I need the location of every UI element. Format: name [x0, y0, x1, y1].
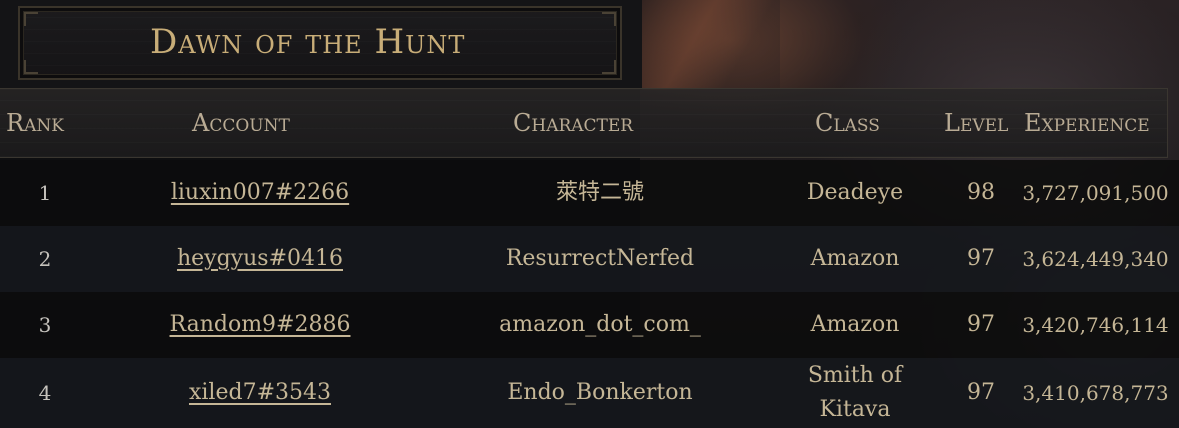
table-row: 4 xiled7#3543 Endo_Bonkerton Smith of Ki…: [0, 358, 1179, 428]
column-header-class[interactable]: Class: [815, 109, 880, 137]
experience-cell: 3,410,678,773: [1022, 381, 1169, 405]
account-link[interactable]: heygyus#0416: [177, 242, 343, 276]
character-cell: amazon_dot_com_: [499, 312, 701, 337]
table-row: 2 heygyus#0416 ResurrectNerfed Amazon 97…: [0, 226, 1179, 292]
class-cell: Amazon: [810, 246, 900, 271]
level-cell: 97: [967, 312, 995, 337]
table-row: 3 Random9#2886 amazon_dot_com_ Amazon 97…: [0, 292, 1179, 358]
account-cell: heygyus#0416: [130, 226, 390, 292]
experience-cell: 3,624,449,340: [1022, 247, 1169, 271]
ornament-corner-icon: [24, 60, 38, 74]
ornament-corner-icon: [602, 12, 616, 26]
rank-cell: 2: [38, 247, 52, 271]
account-link[interactable]: xiled7#3543: [189, 376, 331, 410]
account-cell: liuxin007#2266: [130, 160, 390, 226]
column-header-level[interactable]: Level: [944, 109, 1008, 137]
level-cell: 97: [967, 380, 995, 405]
table-header: Rank Account Character Class Level Exper…: [0, 88, 1168, 158]
rank-cell: 3: [38, 313, 52, 337]
column-header-character[interactable]: Character: [513, 109, 633, 137]
column-header-account[interactable]: Account: [192, 109, 290, 137]
experience-cell: 3,420,746,114: [1022, 313, 1169, 337]
character-cell: Endo_Bonkerton: [507, 380, 693, 405]
rank-cell: 1: [38, 181, 52, 205]
rank-cell: 4: [38, 381, 52, 405]
column-header-rank[interactable]: Rank: [6, 109, 64, 137]
ornament-corner-icon: [602, 60, 616, 74]
title-banner: Dawn of the Hunt: [0, 0, 642, 90]
character-cell: 萊特二號: [555, 180, 644, 205]
character-cell: ResurrectNerfed: [505, 246, 695, 271]
class-cell: Smith of Kitava: [807, 363, 903, 422]
account-link[interactable]: liuxin007#2266: [171, 176, 349, 210]
class-cell: Deadeye: [806, 180, 904, 205]
ornament-corner-icon: [24, 12, 38, 26]
league-title: Dawn of the Hunt: [150, 22, 466, 62]
account-link[interactable]: Random9#2886: [170, 308, 351, 342]
account-cell: Random9#2886: [130, 292, 390, 358]
account-cell: xiled7#3543: [130, 358, 390, 428]
table-row: 1 liuxin007#2266 萊特二號 Deadeye 98 3,727,0…: [0, 160, 1179, 226]
column-header-experience[interactable]: Experience: [1024, 109, 1150, 137]
level-cell: 97: [967, 246, 995, 271]
class-cell: Amazon: [810, 312, 900, 337]
experience-cell: 3,727,091,500: [1022, 181, 1169, 205]
background-artwork-accent: [640, 0, 780, 90]
level-cell: 98: [967, 180, 995, 205]
